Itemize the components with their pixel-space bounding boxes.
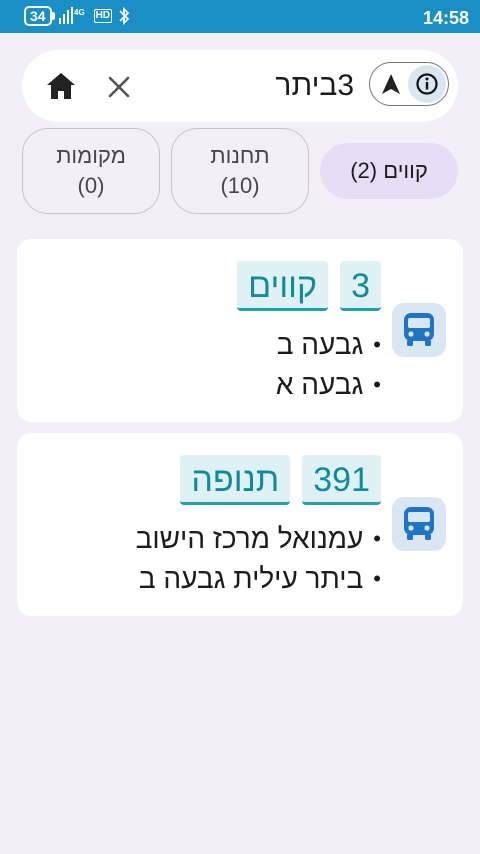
battery-indicator: 34 — [24, 6, 55, 26]
line-tags: 391 תנופה — [180, 455, 381, 505]
stop-list: •גבעה ב •גבעה א — [276, 326, 381, 406]
stop-name: ביתר עילית גבעה ב — [138, 563, 364, 594]
search-bar: 3ביתר — [22, 50, 458, 122]
status-bar: 34 4G HD 14:58 — [0, 0, 480, 33]
info-button[interactable] — [408, 65, 446, 103]
line-tags: 3 קווים — [237, 261, 381, 311]
hd-label: HD — [95, 10, 111, 21]
chip-count: (2) — [350, 158, 378, 183]
hd-badge: HD — [93, 9, 113, 23]
operator-tag: תנופה — [180, 455, 291, 505]
cellular-signal-icon: 4G — [58, 7, 85, 24]
home-icon[interactable] — [46, 72, 76, 100]
chip-label: תחנות — [210, 143, 270, 168]
clock: 14:58 — [422, 8, 469, 28]
filter-chip-places[interactable]: מקומות (0) — [22, 128, 160, 214]
close-icon[interactable] — [106, 74, 132, 100]
list-item: •גבעה א — [275, 369, 381, 400]
bluetooth-icon — [119, 6, 130, 26]
operator-tag: קווים — [237, 261, 329, 311]
navigation-arrow-icon[interactable] — [376, 69, 406, 99]
stop-name: גבעה ב — [276, 329, 364, 360]
stop-name: עמנואל מרכז הישוב — [135, 523, 364, 554]
search-actions-pill — [369, 62, 449, 106]
chip-label: קווים — [383, 158, 428, 183]
chip-label: מקומות — [56, 143, 126, 168]
stop-name: גבעה א — [275, 369, 364, 400]
list-item: •עמנואל מרכז הישוב — [135, 523, 381, 554]
filter-chip-lines[interactable]: קווים (2) — [320, 143, 458, 199]
filter-chip-stations[interactable]: תחנות (10) — [171, 128, 309, 214]
line-number-tag: 3 — [340, 261, 381, 311]
search-input[interactable]: 3ביתר — [275, 66, 354, 106]
stop-list: •עמנואל מרכז הישוב •ביתר עילית גבעה ב — [136, 520, 381, 600]
network-type: 4G — [74, 8, 85, 17]
chip-count: (10) — [220, 173, 260, 198]
result-card[interactable]: 3 קווים •גבעה ב •גבעה א — [17, 239, 463, 422]
chip-count: (0) — [77, 173, 105, 198]
bus-icon — [392, 497, 446, 551]
status-icons: 34 4G HD — [24, 6, 130, 26]
result-card[interactable]: 391 תנופה •עמנואל מרכז הישוב •ביתר עילית… — [17, 433, 463, 616]
list-item: •גבעה ב — [276, 329, 381, 360]
bus-icon — [392, 303, 446, 357]
line-number-tag: 391 — [302, 455, 381, 505]
list-item: •ביתר עילית גבעה ב — [138, 563, 381, 594]
info-icon — [416, 73, 438, 95]
